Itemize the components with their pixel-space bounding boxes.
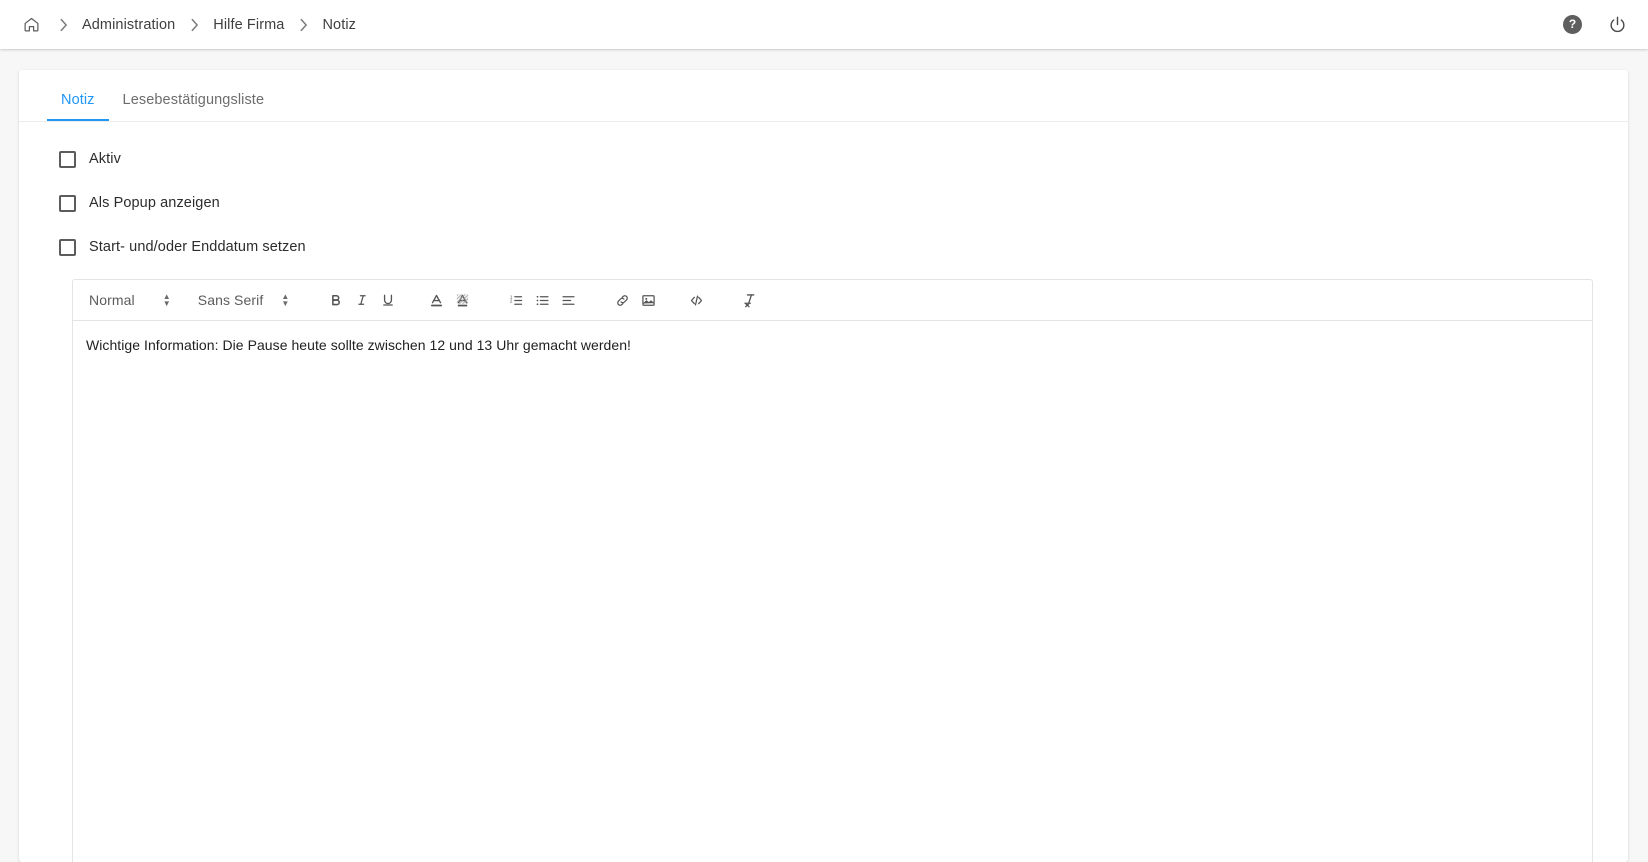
- tab-lesebestaetigungsliste[interactable]: Lesebestätigungsliste: [109, 92, 279, 121]
- content-card: Notiz Lesebestätigungsliste Aktiv Als Po…: [19, 70, 1628, 862]
- breadcrumb-separator-icon: [284, 13, 322, 37]
- breadcrumb-item-notiz[interactable]: Notiz: [322, 17, 356, 33]
- app-header: Administration Hilfe Firma Notiz ?: [0, 0, 1648, 49]
- code-block-icon[interactable]: [683, 287, 709, 313]
- tab-bar: Notiz Lesebestätigungsliste: [19, 70, 1628, 122]
- italic-icon[interactable]: [349, 287, 375, 313]
- link-icon[interactable]: [609, 287, 635, 313]
- page-body: Notiz Lesebestätigungsliste Aktiv Als Po…: [0, 49, 1648, 862]
- checkbox-row-als-popup-anzeigen[interactable]: Als Popup anzeigen: [59, 188, 220, 218]
- clear-formatting-icon[interactable]: [737, 287, 763, 313]
- editor-container[interactable]: Wichtige Information: Die Pause heute so…: [72, 321, 1593, 862]
- editor-content[interactable]: Wichtige Information: Die Pause heute so…: [73, 321, 1592, 862]
- checkbox-label-start-enddatum-setzen: Start- und/oder Enddatum setzen: [89, 239, 306, 255]
- checkbox-row-start-enddatum-setzen[interactable]: Start- und/oder Enddatum setzen: [59, 232, 306, 262]
- bold-icon[interactable]: [323, 287, 349, 313]
- bullet-list-icon[interactable]: [529, 287, 555, 313]
- power-icon[interactable]: [1606, 14, 1628, 36]
- editor-header-picker[interactable]: Normal ▲ ▼: [85, 287, 177, 313]
- svg-text:2: 2: [510, 298, 513, 303]
- checkbox-aktiv[interactable]: [59, 150, 76, 168]
- text-color-icon[interactable]: [423, 287, 449, 313]
- text-background-color-icon[interactable]: [449, 287, 475, 313]
- image-icon[interactable]: [635, 287, 661, 313]
- checkbox-als-popup-anzeigen[interactable]: [59, 194, 76, 212]
- checkbox-label-aktiv: Aktiv: [89, 151, 121, 167]
- chevron-updown-icon: ▲ ▼: [162, 292, 171, 308]
- breadcrumb-item-hilfe-firma[interactable]: Hilfe Firma: [213, 17, 284, 33]
- breadcrumb-separator-icon: [44, 13, 82, 37]
- checkbox-row-aktiv[interactable]: Aktiv: [59, 144, 121, 174]
- breadcrumb: Administration Hilfe Firma Notiz: [18, 12, 1563, 38]
- editor-toolbar: Normal ▲ ▼ Sans Serif ▲ ▼ 1 2: [72, 279, 1593, 321]
- checkbox-label-als-popup-anzeigen: Als Popup anzeigen: [89, 195, 220, 211]
- breadcrumb-separator-icon: [175, 13, 213, 37]
- breadcrumb-item-administration[interactable]: Administration: [82, 17, 175, 33]
- chevron-updown-icon: ▲ ▼: [281, 292, 290, 308]
- underline-icon[interactable]: [375, 287, 401, 313]
- editor-header-picker-value: Normal: [89, 292, 135, 308]
- editor-font-picker-value: Sans Serif: [197, 292, 264, 308]
- options-group: Aktiv Als Popup anzeigen Start- und/oder…: [19, 122, 1628, 262]
- ordered-list-icon[interactable]: 1 2: [503, 287, 529, 313]
- home-icon[interactable]: [18, 12, 44, 38]
- header-actions: ?: [1563, 14, 1628, 36]
- help-circle-icon[interactable]: ?: [1563, 15, 1582, 34]
- checkbox-start-enddatum-setzen[interactable]: [59, 238, 76, 256]
- rich-text-editor: Normal ▲ ▼ Sans Serif ▲ ▼ 1 2 Wichtige I…: [19, 276, 1628, 862]
- align-left-icon[interactable]: [555, 287, 581, 313]
- tab-notiz[interactable]: Notiz: [47, 92, 109, 121]
- editor-font-picker[interactable]: Sans Serif ▲ ▼: [194, 287, 296, 313]
